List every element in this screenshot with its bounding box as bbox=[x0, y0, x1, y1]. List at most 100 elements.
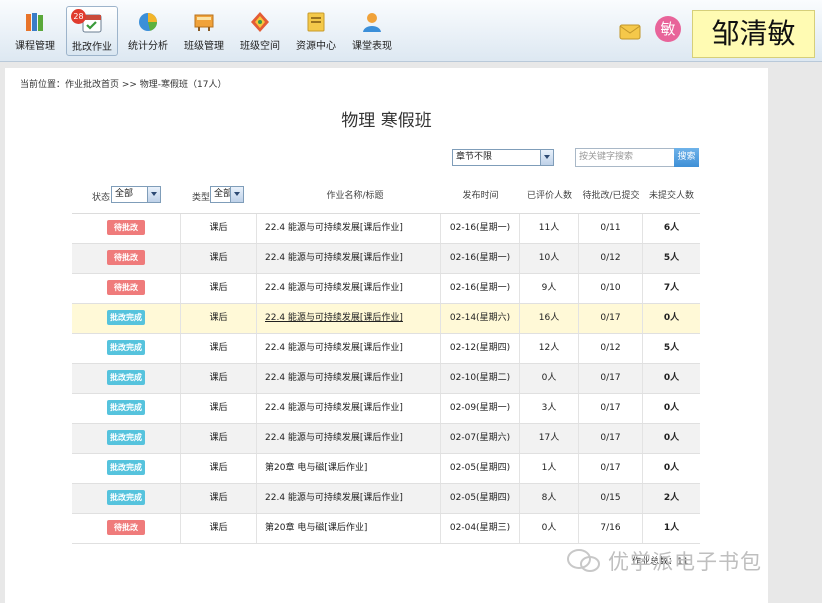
status-filter-label: 状态 bbox=[92, 193, 111, 203]
homework-table: 待批改 课后 22.4 能源与可持续发展[课后作业] 02-16(星期一) 11人 0/1… bbox=[72, 213, 700, 544]
nav-class-management[interactable]: 班级管理 bbox=[178, 6, 230, 56]
evaluated-count-cell: 11人 bbox=[520, 214, 579, 243]
type-cell: 课后 bbox=[181, 304, 257, 333]
homework-title-link[interactable]: 第20章 电与磁[课后作业] bbox=[257, 514, 441, 543]
top-nav-bar: 课程管理 28 批改作业 统计分析 班级管理 班级空间 资源中心 课堂表现 敏 … bbox=[0, 0, 822, 62]
watermark-text: 优学派电子书包 bbox=[608, 550, 762, 574]
status-badge[interactable]: 待批改 bbox=[107, 250, 145, 265]
publish-date-cell: 02-05(星期四) bbox=[441, 484, 520, 513]
status-cell: 批改完成 bbox=[72, 484, 181, 513]
table-row[interactable]: 批改完成 课后 22.4 能源与可持续发展[课后作业] 02-05(星期四) 8人 0/1… bbox=[72, 484, 700, 514]
status-cell: 待批改 bbox=[72, 244, 181, 273]
homework-title-link[interactable]: 22.4 能源与可持续发展[课后作业] bbox=[257, 214, 441, 243]
chevron-down-icon bbox=[540, 150, 553, 165]
status-badge[interactable]: 批改完成 bbox=[107, 430, 145, 445]
nav-label: 课堂表现 bbox=[352, 41, 392, 52]
publish-date-cell: 02-16(星期一) bbox=[441, 274, 520, 303]
table-row[interactable]: 待批改 课后 22.4 能源与可持续发展[课后作业] 02-16(星期一) 9人 0/10… bbox=[72, 274, 700, 304]
nav-resource-center[interactable]: 资源中心 bbox=[290, 6, 342, 56]
homework-title-link[interactable]: 22.4 能源与可持续发展[课后作业] bbox=[257, 424, 441, 453]
mail-icon[interactable] bbox=[619, 24, 641, 40]
page-title: 物理 寒假班 bbox=[341, 111, 432, 131]
unsubmitted-count-cell: 0人 bbox=[663, 433, 680, 443]
table-row[interactable]: 批改完成 课后 22.4 能源与可持续发展[课后作业] 02-10(星期二) 0人 0/1… bbox=[72, 364, 700, 394]
homework-title-link[interactable]: 22.4 能源与可持续发展[课后作业] bbox=[257, 364, 441, 393]
pie-chart-icon bbox=[139, 13, 158, 31]
status-select[interactable]: 全部 bbox=[111, 186, 161, 203]
evaluated-count-cell: 17人 bbox=[520, 424, 579, 453]
chapter-select[interactable]: 章节不限 bbox=[452, 149, 554, 166]
evaluated-count-cell: 12人 bbox=[520, 334, 579, 363]
nav-statistics[interactable]: 统计分析 bbox=[122, 6, 174, 56]
status-badge[interactable]: 待批改 bbox=[107, 280, 145, 295]
type-cell: 课后 bbox=[181, 454, 257, 483]
search-button[interactable]: 搜索 bbox=[674, 148, 699, 167]
folder-icon bbox=[307, 12, 325, 32]
pending-submitted-cell: 0/17 bbox=[579, 424, 643, 453]
unsubmitted-count-cell: 0人 bbox=[663, 313, 680, 323]
avatar[interactable]: 敏 bbox=[655, 16, 681, 42]
status-cell: 批改完成 bbox=[72, 364, 181, 393]
status-cell: 批改完成 bbox=[72, 304, 181, 333]
status-badge[interactable]: 批改完成 bbox=[107, 460, 145, 475]
table-row[interactable]: 批改完成 课后 22.4 能源与可持续发展[课后作业] 02-09(星期一) 3人 0/1… bbox=[72, 394, 700, 424]
wechat-icon bbox=[567, 549, 600, 572]
col-header-date: 发布时间 bbox=[462, 191, 499, 201]
status-badge[interactable]: 批改完成 bbox=[107, 400, 145, 415]
unsubmitted-count-cell: 6人 bbox=[663, 223, 680, 233]
homework-title-link[interactable]: 22.4 能源与可持续发展[课后作业] bbox=[257, 304, 441, 333]
homework-title-link[interactable]: 22.4 能源与可持续发展[课后作业] bbox=[257, 484, 441, 513]
diamond-space-icon bbox=[251, 12, 269, 32]
nav-class-performance[interactable]: 课堂表现 bbox=[346, 6, 398, 56]
type-cell: 课后 bbox=[181, 424, 257, 453]
publish-date-cell: 02-07(星期六) bbox=[441, 424, 520, 453]
table-row[interactable]: 批改完成 课后 22.4 能源与可持续发展[课后作业] 02-07(星期六) 17人 0/… bbox=[72, 424, 700, 454]
publish-date-cell: 02-09(星期一) bbox=[441, 394, 520, 423]
table-row[interactable]: 批改完成 课后 第20章 电与磁[课后作业] 02-05(星期四) 1人 0/17 0人 bbox=[72, 454, 700, 484]
pending-submitted-cell: 0/15 bbox=[579, 484, 643, 513]
chapter-select-value: 章节不限 bbox=[456, 152, 493, 162]
publish-date-cell: 02-16(星期一) bbox=[441, 214, 520, 243]
status-badge[interactable]: 批改完成 bbox=[107, 370, 145, 385]
homework-title-link[interactable]: 22.4 能源与可持续发展[课后作业] bbox=[257, 244, 441, 273]
homework-title-link[interactable]: 22.4 能源与可持续发展[课后作业] bbox=[257, 334, 441, 363]
homework-title-link[interactable]: 22.4 能源与可持续发展[课后作业] bbox=[257, 274, 441, 303]
status-badge[interactable]: 待批改 bbox=[107, 220, 145, 235]
nav-label: 班级管理 bbox=[184, 41, 224, 52]
type-cell: 课后 bbox=[181, 514, 257, 543]
type-filter-label: 类型 bbox=[192, 193, 211, 203]
table-row[interactable]: 待批改 课后 22.4 能源与可持续发展[课后作业] 02-16(星期一) 10人 0/1… bbox=[72, 244, 700, 274]
status-badge[interactable]: 批改完成 bbox=[107, 310, 145, 325]
evaluated-count-cell: 9人 bbox=[520, 274, 579, 303]
table-row[interactable]: 批改完成 课后 22.4 能源与可持续发展[课后作业] 02-12(星期四) 12人 0/… bbox=[72, 334, 700, 364]
homework-title-link[interactable]: 22.4 能源与可持续发展[课后作业] bbox=[257, 394, 441, 423]
type-cell: 课后 bbox=[181, 214, 257, 243]
nav-label: 课程管理 bbox=[15, 41, 55, 52]
nav-grade-homework[interactable]: 28 批改作业 bbox=[66, 6, 118, 56]
table-row[interactable]: 待批改 课后 第20章 电与磁[课后作业] 02-04(星期三) 0人 7/16 1人 bbox=[72, 514, 700, 544]
status-cell: 批改完成 bbox=[72, 454, 181, 483]
search-input[interactable]: 按关键字搜索 bbox=[575, 148, 675, 167]
col-header-unsubmitted: 未提交人数 bbox=[648, 191, 694, 201]
chevron-down-icon bbox=[230, 187, 243, 202]
nav-label: 统计分析 bbox=[128, 41, 168, 52]
type-cell: 课后 bbox=[181, 274, 257, 303]
books-icon bbox=[26, 13, 43, 31]
col-header-pending: 待批改/已提交 bbox=[582, 191, 640, 201]
evaluated-count-cell: 0人 bbox=[520, 514, 579, 543]
table-row[interactable]: 批改完成 课后 22.4 能源与可持续发展[课后作业] 02-14(星期六) 16人 0/… bbox=[72, 304, 700, 334]
status-select-value: 全部 bbox=[115, 189, 134, 199]
pending-submitted-cell: 7/16 bbox=[579, 514, 643, 543]
status-badge[interactable]: 批改完成 bbox=[107, 490, 145, 505]
nav-course-management[interactable]: 课程管理 bbox=[9, 6, 61, 56]
homework-title-link[interactable]: 第20章 电与磁[课后作业] bbox=[257, 454, 441, 483]
type-cell: 课后 bbox=[181, 244, 257, 273]
type-select[interactable]: 全部 bbox=[210, 186, 244, 203]
table-row[interactable]: 待批改 课后 22.4 能源与可持续发展[课后作业] 02-16(星期一) 11人 0/1… bbox=[72, 214, 700, 244]
col-header-name: 作业名称/标题 bbox=[326, 191, 384, 201]
status-badge[interactable]: 批改完成 bbox=[107, 340, 145, 355]
publish-date-cell: 02-04(星期三) bbox=[441, 514, 520, 543]
nav-class-space[interactable]: 班级空间 bbox=[234, 6, 286, 56]
status-badge[interactable]: 待批改 bbox=[107, 520, 145, 535]
status-cell: 批改完成 bbox=[72, 394, 181, 423]
